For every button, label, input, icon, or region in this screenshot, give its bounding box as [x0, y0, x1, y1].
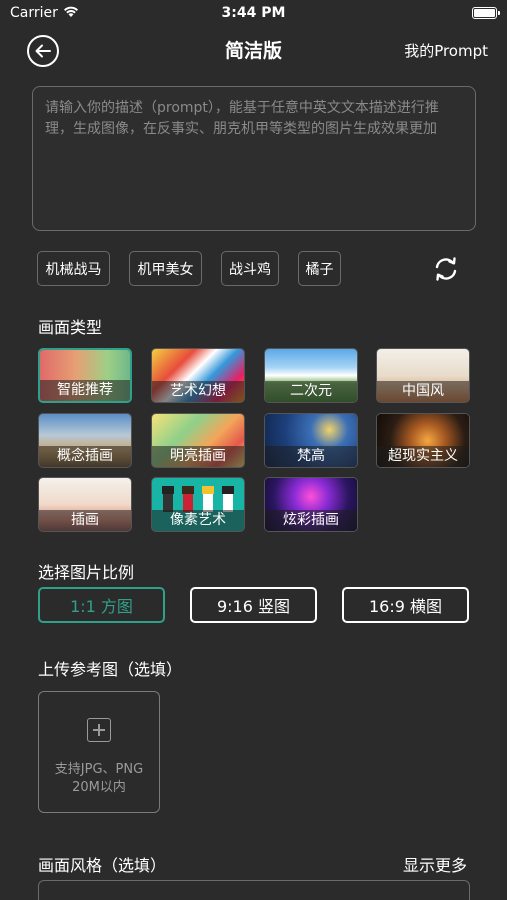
- style-card-label: 插画: [39, 510, 131, 531]
- style-card-art-fantasy[interactable]: 艺术幻想: [151, 348, 245, 403]
- upload-reference-button[interactable]: 支持JPG、PNG 20M以内: [38, 691, 160, 813]
- style-card-illustration[interactable]: 插画: [38, 477, 132, 532]
- style-card-anime[interactable]: 二次元: [264, 348, 358, 403]
- refresh-icon[interactable]: [432, 256, 460, 282]
- style-card-bright[interactable]: 明亮插画: [151, 413, 245, 468]
- upload-label: 上传参考图（选填）: [38, 660, 183, 679]
- style-card-smart[interactable]: 智能推荐: [38, 348, 132, 403]
- upload-hint-size: 20M以内: [72, 780, 126, 795]
- ratio-label: 选择图片比例: [38, 563, 135, 582]
- style-card-surrealism[interactable]: 超现实主义: [376, 413, 470, 468]
- show-more-link[interactable]: 显示更多: [403, 852, 467, 876]
- ratio-9-16-button[interactable]: 9:16 竖图: [190, 587, 317, 623]
- style-card-label: 超现实主义: [377, 446, 469, 467]
- picture-type-label: 画面类型: [38, 318, 103, 337]
- style-card-label: 二次元: [265, 381, 357, 402]
- style-label: 画面风格（选填）: [38, 856, 167, 875]
- upload-hint: 支持JPG、PNG 20M以内: [39, 761, 159, 797]
- style-card-label: 梵高: [265, 446, 357, 467]
- style-card-pixel-art[interactable]: 像素艺术: [151, 477, 245, 532]
- suggestion-tag[interactable]: 机械战马: [37, 251, 110, 286]
- style-card-concept[interactable]: 概念插画: [38, 413, 132, 468]
- style-card-label: 明亮插画: [152, 446, 244, 467]
- battery-icon: [472, 7, 500, 19]
- style-card-label: 智能推荐: [40, 380, 130, 401]
- ratio-16-9-button[interactable]: 16:9 横图: [342, 587, 469, 623]
- upload-hint-format: 支持JPG、PNG: [54, 762, 144, 777]
- suggestion-tag[interactable]: 橘子: [298, 251, 341, 286]
- suggestion-tag[interactable]: 机甲美女: [129, 251, 202, 286]
- prompt-input-box: [32, 86, 476, 231]
- style-card-label: 概念插画: [39, 446, 131, 467]
- style-card-label: 艺术幻想: [152, 381, 244, 402]
- style-input[interactable]: [38, 880, 470, 900]
- style-card-chinese[interactable]: 中国风: [376, 348, 470, 403]
- suggestion-tag[interactable]: 战斗鸡: [221, 251, 279, 286]
- style-card-label: 中国风: [377, 381, 469, 402]
- my-prompt-link[interactable]: 我的Prompt: [404, 40, 488, 61]
- status-bar: Carrier 3:44 PM: [0, 0, 507, 28]
- style-card-label: 像素艺术: [152, 510, 244, 531]
- add-image-icon: [87, 718, 111, 742]
- ratio-1-1-button[interactable]: 1:1 方图: [38, 587, 165, 623]
- style-card-label: 炫彩插画: [265, 510, 357, 531]
- prompt-input[interactable]: [45, 98, 463, 219]
- status-time: 3:44 PM: [221, 5, 286, 21]
- style-card-van-gogh[interactable]: 梵高: [264, 413, 358, 468]
- style-card-colorful[interactable]: 炫彩插画: [264, 477, 358, 532]
